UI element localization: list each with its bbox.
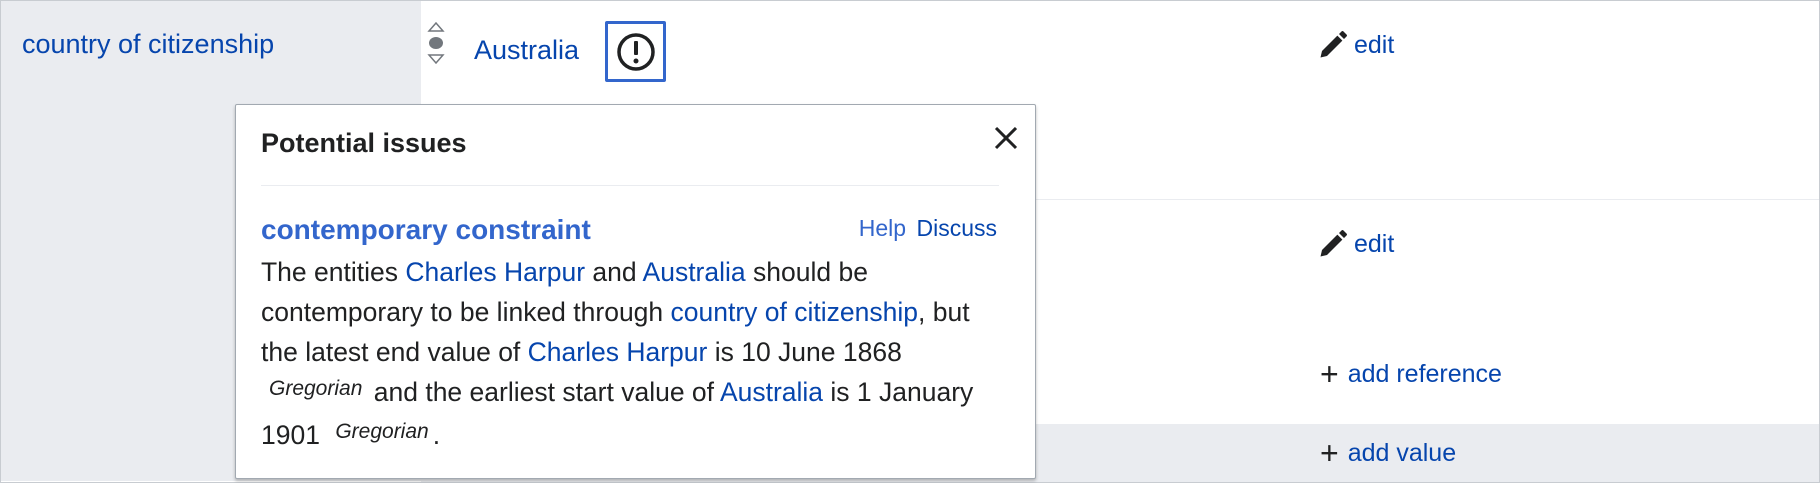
rank-selector[interactable] xyxy=(427,21,445,65)
message-text: and xyxy=(585,257,643,287)
add-value-label: add value xyxy=(1347,438,1457,467)
exclamation-circle-icon xyxy=(616,32,655,71)
message-text: is 10 June 1868 xyxy=(707,337,902,367)
add-reference-label: add reference xyxy=(1347,359,1502,388)
popup-title: Potential issues xyxy=(261,128,467,158)
edit-label: edit xyxy=(1354,229,1395,258)
rank-normal-icon xyxy=(427,21,445,65)
statement-value-link[interactable]: Australia xyxy=(474,35,579,66)
plus-icon: + xyxy=(1320,356,1339,392)
edit-statement-link[interactable]: edit xyxy=(1318,30,1394,60)
close-button[interactable] xyxy=(991,123,1021,153)
message-text: The entities xyxy=(261,257,406,287)
popup-divider xyxy=(261,185,999,186)
discuss-link[interactable]: Discuss xyxy=(916,215,997,241)
close-icon xyxy=(994,126,1018,150)
entity-link-australia[interactable]: Australia xyxy=(720,377,823,407)
pencil-icon xyxy=(1320,31,1347,58)
constraint-message: The entities Charles Harpur and Australi… xyxy=(261,252,1001,458)
potential-issues-button[interactable] xyxy=(605,21,666,82)
add-value-link[interactable]: + add value xyxy=(1320,437,1456,469)
constraint-title-link[interactable]: contemporary constraint xyxy=(261,214,591,246)
property-link-country-of-citizenship[interactable]: country of citizenship xyxy=(671,297,918,327)
property-label-link[interactable]: country of citizenship xyxy=(22,29,274,60)
entity-link-charles-harpur[interactable]: Charles Harpur xyxy=(528,337,708,367)
help-link[interactable]: Help xyxy=(859,215,906,241)
pencil-icon xyxy=(1320,230,1347,257)
message-text: . xyxy=(432,420,441,450)
entity-link-charles-harpur[interactable]: Charles Harpur xyxy=(405,257,585,287)
constraint-help-links: Help Discuss xyxy=(859,215,997,242)
calendar-model-label: Gregorian xyxy=(269,377,363,400)
edit-label: edit xyxy=(1354,30,1395,59)
edit-qualifier-link[interactable]: edit xyxy=(1318,229,1394,259)
plus-icon: + xyxy=(1320,435,1339,471)
message-text: and the earliest start value of xyxy=(366,377,720,407)
potential-issues-popup: Potential issues contemporary constraint… xyxy=(235,104,1036,479)
add-reference-link[interactable]: + add reference xyxy=(1320,358,1502,390)
calendar-model-label: Gregorian xyxy=(335,420,429,443)
entity-link-australia[interactable]: Australia xyxy=(643,257,746,287)
